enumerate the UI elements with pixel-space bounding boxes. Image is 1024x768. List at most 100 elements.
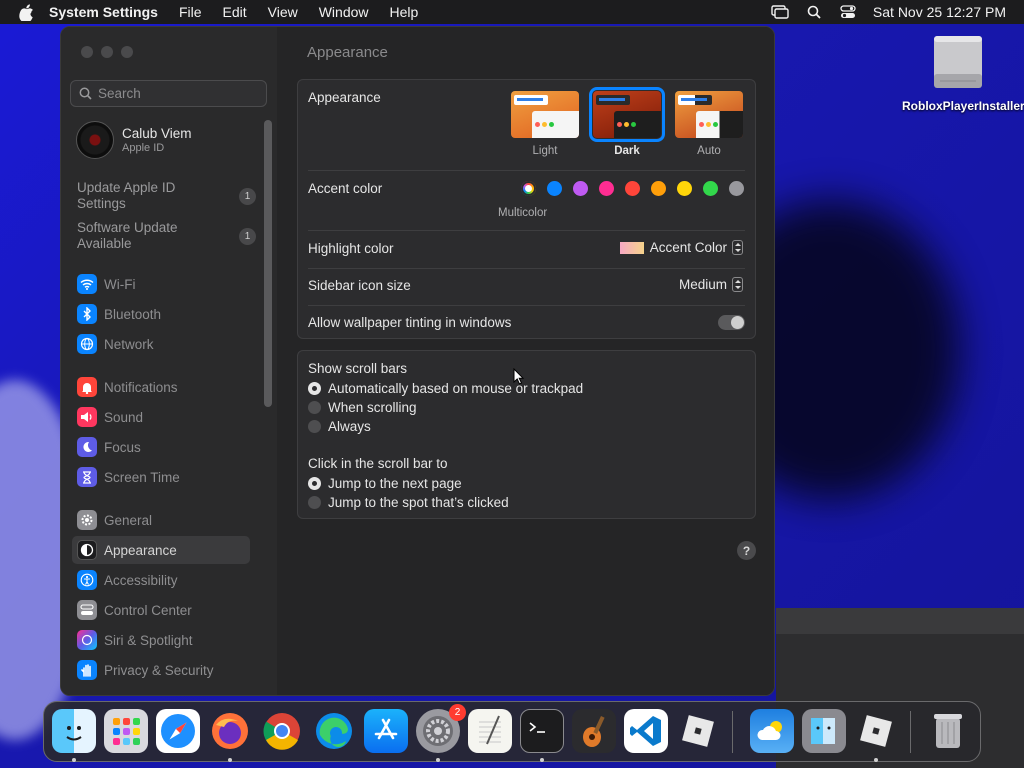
dock-firefox-icon[interactable]	[208, 709, 252, 753]
dock-roblox-icon[interactable]	[676, 709, 720, 753]
dock-trash-icon[interactable]	[926, 709, 970, 753]
appearance-option-light[interactable]	[511, 91, 579, 138]
accent-yellow-swatch[interactable]	[677, 181, 692, 196]
apple-id-account[interactable]: Calub Viem Apple ID	[76, 121, 192, 159]
dock-terminal-icon[interactable]	[520, 709, 564, 753]
siri-icon	[77, 630, 97, 650]
sidebar-item-label: General	[104, 512, 153, 528]
zoom-window-button[interactable]	[121, 46, 133, 58]
apple-menu-icon[interactable]	[19, 3, 35, 21]
sidebar-item-sound[interactable]: Sound	[72, 403, 250, 431]
sidebar-item-general[interactable]: General	[72, 506, 250, 534]
screen-mirroring-icon[interactable]	[771, 5, 789, 19]
help-menu[interactable]: Help	[390, 4, 419, 20]
spotlight-search-icon[interactable]	[805, 5, 823, 19]
accent-blue-swatch[interactable]	[547, 181, 562, 196]
edit-menu[interactable]: Edit	[223, 4, 247, 20]
accent-multicolor-swatch[interactable]	[521, 181, 536, 196]
dock-edge-icon[interactable]	[312, 709, 356, 753]
app-menu[interactable]: System Settings	[49, 4, 158, 20]
close-window-button[interactable]	[81, 46, 93, 58]
update-apple-id-notice[interactable]: Update Apple ID Settings 1	[77, 180, 262, 212]
dock: 2	[43, 701, 981, 762]
accent-purple-swatch[interactable]	[573, 181, 588, 196]
file-menu[interactable]: File	[179, 4, 202, 20]
dock-textedit-icon[interactable]	[468, 709, 512, 753]
dock-system-settings-icon[interactable]: 2	[416, 704, 466, 753]
accent-red-swatch[interactable]	[625, 181, 640, 196]
menu-bar: System Settings File Edit View Window He…	[0, 0, 1024, 24]
dock-launchpad-icon[interactable]	[104, 709, 148, 753]
accent-selected-label: Multicolor	[498, 207, 548, 219]
software-update-notice[interactable]: Software Update Available 1	[77, 220, 262, 252]
accent-graphite-swatch[interactable]	[729, 181, 744, 196]
dock-roblox-player-icon[interactable]	[854, 709, 898, 753]
dock-garageband-icon[interactable]	[572, 709, 616, 753]
sidebar-item-privacy-security[interactable]: Privacy & Security	[72, 656, 250, 684]
dock-chrome-icon[interactable]	[260, 709, 304, 753]
sidebar-item-label: Control Center	[104, 602, 192, 618]
accent-pink-swatch[interactable]	[599, 181, 614, 196]
control-center-icon[interactable]	[839, 5, 857, 19]
sidebar-item-label: Siri & Spotlight	[104, 632, 193, 648]
dock-safari-icon[interactable]	[156, 709, 200, 753]
radio-scroll-when-scrolling[interactable]: When scrolling	[308, 400, 417, 415]
window-menu[interactable]: Window	[319, 4, 369, 20]
sidebar-item-accessibility[interactable]: Accessibility	[72, 566, 250, 594]
notification-badge: 2	[449, 704, 466, 721]
search-field[interactable]: Search	[70, 80, 267, 107]
radio-scroll-automatic[interactable]: Automatically based on mouse or trackpad	[308, 381, 583, 396]
wallpaper-tinting-toggle[interactable]	[718, 315, 745, 330]
radio-button	[308, 496, 321, 509]
dock-app-store-icon[interactable]	[364, 709, 408, 753]
appearance-settings-group: Appearance Light Dark Auto Accent color …	[297, 79, 756, 339]
sidebar-item-focus[interactable]: Focus	[72, 433, 250, 461]
click-scroll-bar-label: Click in the scroll bar to	[308, 456, 448, 471]
sidebar-item-control-center[interactable]: Control Center	[72, 596, 250, 624]
sidebar-item-notifications[interactable]: Notifications	[72, 373, 250, 401]
sidebar-item-bluetooth[interactable]: Bluetooth	[72, 300, 250, 328]
accessibility-icon	[77, 570, 97, 590]
minimize-window-button[interactable]	[101, 46, 113, 58]
hourglass-icon	[77, 467, 97, 487]
help-button[interactable]: ?	[737, 541, 756, 560]
dock-weather-icon[interactable]	[750, 709, 794, 753]
accent-green-swatch[interactable]	[703, 181, 718, 196]
gear-icon	[77, 510, 97, 530]
speaker-icon	[77, 407, 97, 427]
radio-label: Automatically based on mouse or trackpad	[328, 381, 584, 396]
notice-label: Update Apple ID Settings	[77, 180, 176, 211]
sidebar-item-label: Screen Time	[104, 469, 180, 485]
appearance-icon	[77, 540, 97, 560]
appearance-option-auto[interactable]	[675, 91, 743, 138]
appearance-option-dark[interactable]	[589, 87, 665, 142]
radio-button	[308, 420, 321, 433]
appearance-pane: Appearance Appearance Light Dark Auto Ac…	[277, 27, 774, 695]
avatar	[76, 121, 114, 159]
desktop-icon-roblox-installer[interactable]: RobloxPlayerInstaller	[902, 34, 1024, 114]
dock-vscode-icon[interactable]	[624, 709, 668, 753]
menu-clock[interactable]: Sat Nov 25 12:27 PM	[873, 4, 1006, 20]
sidebar-item-label: Privacy & Security	[104, 662, 214, 678]
notice-badge: 1	[239, 188, 256, 205]
page-title: Appearance	[307, 44, 388, 61]
highlight-color-popup[interactable]: Accent Color	[619, 240, 743, 255]
dock-finder-icon[interactable]	[52, 709, 96, 753]
dock-migration-assistant-icon[interactable]	[802, 709, 846, 753]
sidebar-item-screen-time[interactable]: Screen Time	[72, 463, 250, 491]
sidebar-icon-size-popup[interactable]: Medium	[679, 277, 743, 292]
sidebar-item-wifi[interactable]: Wi-Fi	[72, 270, 250, 298]
sidebar-scrollbar[interactable]	[264, 120, 272, 407]
radio-jump-to-spot[interactable]: Jump to the spot that’s clicked	[308, 495, 509, 510]
radio-jump-next-page[interactable]: Jump to the next page	[308, 476, 462, 491]
view-menu[interactable]: View	[268, 4, 298, 20]
sidebar-item-appearance[interactable]: Appearance	[72, 536, 250, 564]
radio-label: When scrolling	[328, 400, 417, 415]
appearance-option-label: Light	[532, 145, 558, 157]
accent-orange-swatch[interactable]	[651, 181, 666, 196]
radio-scroll-always[interactable]: Always	[308, 419, 371, 434]
sidebar-item-label: Bluetooth	[104, 306, 162, 322]
sidebar-item-siri-spotlight[interactable]: Siri & Spotlight	[72, 626, 250, 654]
sidebar-item-network[interactable]: Network	[72, 330, 250, 358]
disk-image-icon	[930, 34, 986, 94]
